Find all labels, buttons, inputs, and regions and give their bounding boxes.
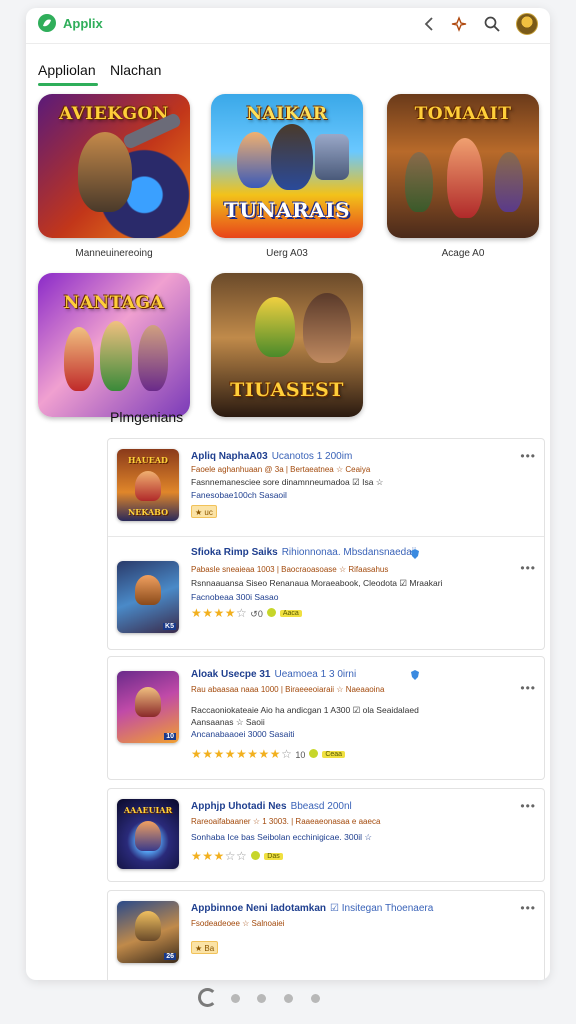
page-indicator[interactable] xyxy=(284,994,293,1003)
app-title[interactable]: Appbinnoe Neni Iadotamkan ☑ Insitegan Tho… xyxy=(191,903,433,914)
tab-machan[interactable]: Nlachan xyxy=(110,62,161,78)
app-tile-title: TUNARAIS xyxy=(223,198,351,222)
app-thumbnail: HAUEAD NEKABO xyxy=(117,449,179,521)
tab-applications[interactable]: Appliolan xyxy=(38,62,96,78)
top-bar: Applix xyxy=(26,8,550,44)
app-description: Rsnnaauansa Siseo Renanaua Moraeabook, C… xyxy=(191,578,443,588)
app-thumbnail: AAAEUIAR xyxy=(117,799,179,869)
rating-stars: ★★★★☆ ↺0 Aaca xyxy=(191,606,302,620)
app-thumbnail: K5 xyxy=(117,561,179,633)
app-list-group-2: 10 Aloak Usecpe 31 Ueamoea 1 3 0irni Rau … xyxy=(107,656,545,780)
page-indicator[interactable] xyxy=(231,994,240,1003)
app-developer: Facnobeaa 300i Sasao xyxy=(191,592,279,602)
app-thumbnail: 10 xyxy=(117,671,179,743)
more-options-icon[interactable]: ••• xyxy=(520,681,536,695)
app-developer: Ancanabaaoei 3000 Sasaiti xyxy=(191,729,295,739)
app-meta: Rareoaifabaaner ☆ 1 3003. | Raaeaeonasaa… xyxy=(191,817,381,826)
app-description: Raccaoniokateaie Aio ha andicgan 1 A300 … xyxy=(191,705,419,715)
app-tile-title: NANTAGA xyxy=(63,293,165,313)
rating-stars: ★★★☆☆ Das xyxy=(191,849,283,863)
app-store-panel: Applix Appliolan Nlachan AVIEKGON Manneu… xyxy=(26,8,550,980)
app-tile-2[interactable]: NAIKAR TUNARAIS xyxy=(211,94,363,238)
app-tile-title: NAIKAR xyxy=(246,104,328,124)
back-icon[interactable] xyxy=(421,15,439,33)
app-tile-label: Acage A0 xyxy=(441,248,485,259)
app-meta: Fsodeadeoee ☆ Salnoaiei xyxy=(191,919,285,928)
more-options-icon[interactable]: ••• xyxy=(520,901,536,915)
more-options-icon[interactable]: ••• xyxy=(520,561,536,575)
app-list-group-1: HAUEAD NEKABO Apliq NaphaA03 Ucanotos 1 2… xyxy=(107,438,545,650)
app-meta: Pabasle sneaieaa 1003 | Baocraoasoase ☆ … xyxy=(191,565,389,574)
app-tile-1[interactable]: AVIEKGON xyxy=(38,94,190,238)
app-tile-title: TIUASEST xyxy=(230,379,344,401)
app-title[interactable]: Apphjp Uhotadi Nes Bbeasd 200nl xyxy=(191,801,352,812)
app-description: Sonhaba Ice bas Seibolan ecchinigicae. 3… xyxy=(191,832,373,842)
app-description: Fasnnemanesciee sore dinamnneumadoa ☑ Is… xyxy=(191,477,384,487)
active-tab-indicator xyxy=(38,83,98,86)
avatar[interactable] xyxy=(516,13,538,35)
applix-logo-icon[interactable] xyxy=(38,14,56,32)
list-item[interactable]: AAAEUIAR Apphjp Uhotadi Nes Bbeasd 200nl … xyxy=(108,789,544,881)
list-item[interactable]: HAUEAD NEKABO Apliq NaphaA03 Ucanotos 1 2… xyxy=(108,439,544,535)
rating-stars: ★★★★★★★★☆ 10 Ceaa xyxy=(191,747,346,761)
list-item[interactable]: 26 Appbinnoe Neni Iadotamkan ☑ Insitegan … xyxy=(108,891,544,971)
app-developer: Fanesobae100ch Sasaoil xyxy=(191,490,287,500)
more-options-icon[interactable]: ••• xyxy=(520,799,536,813)
app-tile-title: TOMAAIT xyxy=(414,104,512,124)
app-thumbnail: 26 xyxy=(117,901,179,963)
brand-name[interactable]: Applix xyxy=(63,16,103,31)
page-indicator-active[interactable] xyxy=(198,988,217,1007)
app-tile-label: Manneuinereoing xyxy=(75,248,153,259)
pagination xyxy=(198,988,328,1008)
app-tile-5[interactable]: TIUASEST xyxy=(211,273,363,417)
app-tag: ★ uc xyxy=(191,505,217,518)
app-tile-3[interactable]: TOMAAIT xyxy=(387,94,539,238)
app-meta: Rau abaasaa naaa 1000 | Biraeeeoiaraii ☆… xyxy=(191,685,385,694)
app-list-group-4: 26 Appbinnoe Neni Iadotamkan ☑ Insitegan … xyxy=(107,890,545,980)
list-item[interactable]: 10 Aloak Usecpe 31 Ueamoea 1 3 0irni Rau … xyxy=(108,657,544,779)
verified-icon xyxy=(411,549,419,559)
app-title[interactable]: Aloak Usecpe 31 Ueamoea 1 3 0irni xyxy=(191,669,356,680)
app-tile-4[interactable]: NANTAGA xyxy=(38,273,190,417)
app-list-group-3: AAAEUIAR Apphjp Uhotadi Nes Bbeasd 200nl … xyxy=(107,788,545,882)
app-title[interactable]: Sfioka Rimp Saiks Rihionnonaa. Mbsdansnae… xyxy=(191,547,416,558)
app-tag: ★ Ba xyxy=(191,941,219,954)
search-icon[interactable] xyxy=(483,15,501,33)
app-title[interactable]: Apliq NaphaA03 Ucanotos 1 200im xyxy=(191,451,352,462)
page-indicator[interactable] xyxy=(311,994,320,1003)
list-item[interactable]: K5 Sfioka Rimp Saiks Rihionnonaa. Mbsdans… xyxy=(108,537,544,649)
verified-icon xyxy=(411,670,419,680)
more-options-icon[interactable]: ••• xyxy=(520,449,536,463)
app-subtitle: Aansaanas ☆ Saoii xyxy=(191,717,265,727)
app-tile-label: Uerg A03 xyxy=(266,248,308,259)
page-indicator[interactable] xyxy=(257,994,266,1003)
add-icon[interactable] xyxy=(450,15,468,33)
section-title: Plmgenians xyxy=(110,409,184,425)
app-meta: Faoele aghanhuaan @ 3a | Bertaeatnea ☆ C… xyxy=(191,465,371,474)
